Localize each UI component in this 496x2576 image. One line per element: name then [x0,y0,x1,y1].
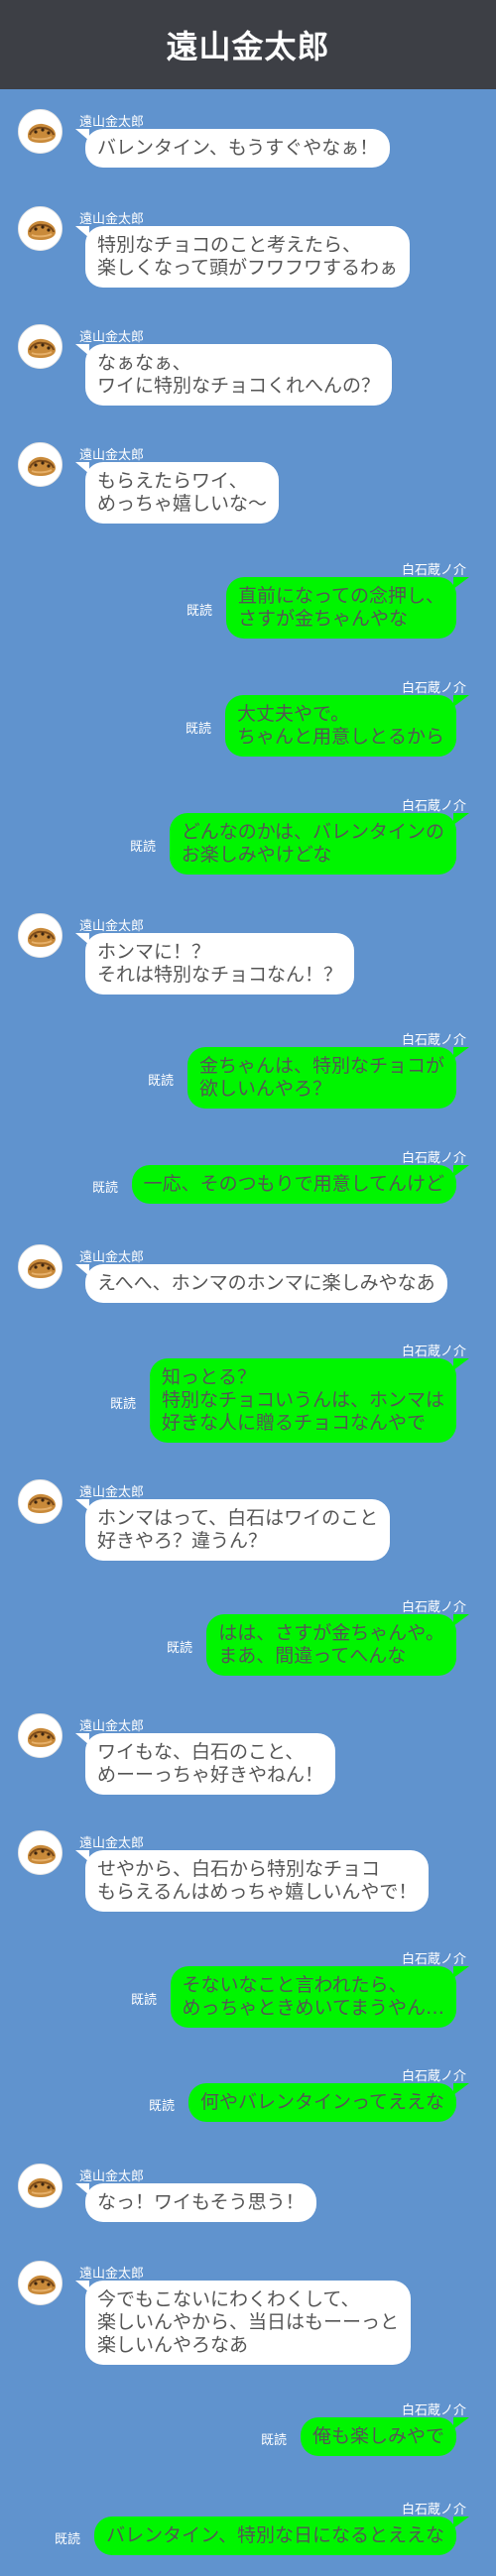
message-bubble[interactable]: もらえたらワイ、 めっちゃ嬉しいな〜 [85,462,280,524]
read-receipt: 既読 [186,604,212,619]
avatar-takoyaki-icon[interactable] [18,1244,62,1289]
sender-name: 白石蔵ノ介 [401,1151,466,1166]
message-bubble[interactable]: はは、さすが金ちゃんや。 まあ、間違ってへんな [206,1614,456,1676]
message-bubble[interactable]: せやから、白石から特別なチョコ もらえるんはめっちゃ嬉しいんやで！ [85,1850,430,1912]
sender-name: 白石蔵ノ介 [401,681,466,696]
avatar-takoyaki-icon[interactable] [18,1713,62,1758]
sender-name: 白石蔵ノ介 [401,563,466,578]
message-bubble[interactable]: どんなのかは、バレンタインの お楽しみやけどな [169,813,456,875]
sender-name: 白石蔵ノ介 [401,2503,466,2517]
bubble-tail [453,1165,469,1177]
sender-name: 白石蔵ノ介 [401,799,466,814]
sender-name: 遠山金太郎 [79,330,145,345]
message-list[interactable]: 遠山金太郎 バレンタイン、もうすぐやなぁ！ 遠山金太郎 特別なチョコのこと考えたら、 … [0,89,496,2576]
message-bubble[interactable]: そないなこと言われたら、 めっちゃときめいてまうやん… [170,1966,456,2028]
sender-name: 白石蔵ノ介 [401,1600,466,1615]
bubble-tail [453,1358,469,1370]
message-bubble[interactable]: 今でもこないにわくわくして、 楽しいんやから、当日はもーーっと 楽しいんやろなあ [85,2281,412,2365]
read-receipt: 既読 [130,1993,157,2008]
message-bubble[interactable]: 一応、そのつもりで用意してんけど [131,1165,456,1204]
read-receipt: 既読 [185,722,211,737]
message-bubble[interactable]: 特別なチョコのこと考えたら、 楽しくなって頭がフワフワするわぁ [85,226,411,288]
message-bubble[interactable]: 何やバレンタインってええな [187,2083,456,2122]
sender-name: 遠山金太郎 [79,448,145,463]
read-receipt: 既読 [54,2532,80,2547]
message-bubble[interactable]: 知っとる？ 特別なチョコいうんは、ホンマは 好きな人に贈るチョコなんやで [149,1358,456,1443]
avatar-takoyaki-icon[interactable] [18,324,62,369]
sender-name: 白石蔵ノ介 [401,2069,466,2084]
message-bubble[interactable]: えへへ、ホンマのホンマに楽しみやなあ [85,1264,447,1303]
sender-name: 遠山金太郎 [79,1250,145,1265]
sender-name: 遠山金太郎 [79,2169,145,2184]
avatar-takoyaki-icon[interactable] [18,2164,62,2208]
message-bubble[interactable]: バレンタイン、もうすぐやなぁ！ [85,129,391,168]
sender-name: 遠山金太郎 [79,1719,145,1734]
message-bubble[interactable]: 金ちゃんは、特別なチョコが 欲しいんやろ？ [186,1047,456,1109]
sender-name: 遠山金太郎 [79,1485,145,1500]
bubble-tail [453,1047,469,1059]
bubble-tail [453,577,469,589]
read-receipt: 既読 [91,1181,118,1196]
sender-name: 遠山金太郎 [79,1836,145,1851]
message-bubble[interactable]: ホンマはって、白石はワイのこと 好きやろ？違うん？ [85,1499,391,1561]
avatar-takoyaki-icon[interactable] [18,442,62,487]
message-bubble[interactable]: バレンタイン、特別な日になるとええな [94,2517,456,2555]
message-bubble[interactable]: なっ！ワイもそう思う！ [85,2183,316,2222]
sender-name: 白石蔵ノ介 [401,1345,466,1359]
message-bubble[interactable]: 大丈夫やで。 ちゃんと用意しとるから [224,695,456,757]
chat-header: 遠山金太郎 [0,0,496,89]
sender-name: 白石蔵ノ介 [401,2403,466,2418]
message-bubble[interactable]: ホンマに！？ それは特別なチョコなん！？ [85,933,355,995]
sender-name: 遠山金太郎 [79,2267,145,2282]
bubble-tail [453,1614,469,1626]
sender-name: 白石蔵ノ介 [401,1952,466,1967]
bubble-tail [453,813,469,825]
message-bubble[interactable]: なぁなぁ、 ワイに特別なチョコくれへんの？ [85,344,393,406]
bubble-tail [453,2517,469,2528]
read-receipt: 既読 [166,1641,192,1656]
avatar-takoyaki-icon[interactable] [18,206,62,251]
sender-name: 遠山金太郎 [79,212,145,227]
read-receipt: 既読 [129,840,156,855]
read-receipt: 既読 [260,2433,287,2448]
bubble-tail [453,1966,469,1978]
bubble-tail [453,695,469,707]
read-receipt: 既読 [109,1397,136,1412]
bubble-tail [453,2417,469,2429]
message-bubble[interactable]: 直前になっての念押し、 さすが金ちゃんやな [225,577,456,639]
sender-name: 白石蔵ノ介 [401,1033,466,1048]
sender-name: 遠山金太郎 [79,115,145,130]
read-receipt: 既読 [147,1074,174,1089]
avatar-takoyaki-icon[interactable] [18,2261,62,2305]
chat-title: 遠山金太郎 [166,28,330,65]
avatar-takoyaki-icon[interactable] [18,1830,62,1875]
message-bubble[interactable]: ワイもな、白石のこと、 めーーっちゃ好きやねん！ [85,1733,336,1795]
message-bubble[interactable]: 俺も楽しみやで [300,2417,456,2456]
bubble-tail [453,2083,469,2095]
sender-name: 遠山金太郎 [79,919,145,934]
avatar-takoyaki-icon[interactable] [18,913,62,958]
read-receipt: 既読 [148,2099,175,2114]
avatar-takoyaki-icon[interactable] [18,109,62,154]
avatar-takoyaki-icon[interactable] [18,1479,62,1524]
